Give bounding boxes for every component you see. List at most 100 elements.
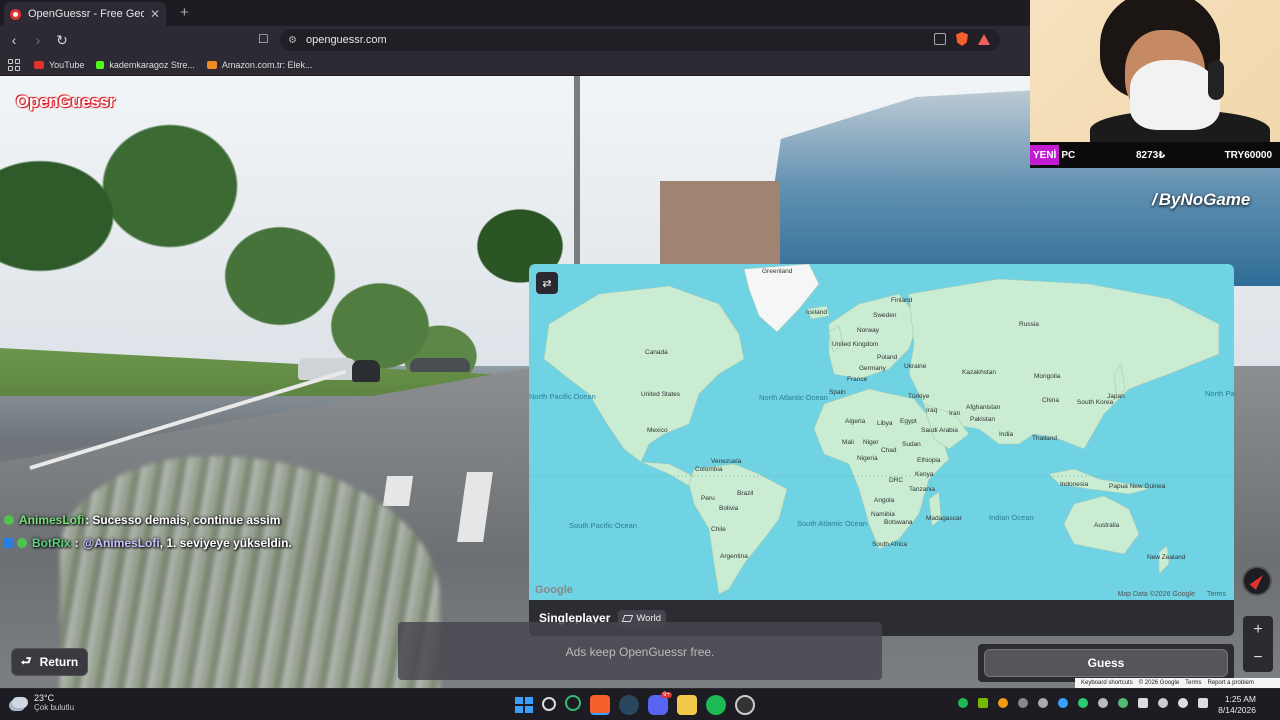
map-label: Argentina [720,553,748,560]
address-bar[interactable]: ☐ ⚙ openguessr.com [258,29,1000,51]
weather-condition: Çok bulutlu [34,703,75,712]
zoom-out-icon[interactable]: − [1243,644,1273,672]
reload-icon[interactable]: ↻ [52,32,72,49]
bluetooth-tray-icon[interactable] [1058,698,1068,708]
map-label: Namibia [871,511,895,518]
sponsor-brand: / ByNoGame [1152,190,1250,210]
spotify-icon[interactable] [706,695,726,715]
cloud-tray-icon[interactable] [998,698,1008,708]
guess-button[interactable]: Guess [984,649,1228,677]
spotify-tray-icon[interactable] [958,698,968,708]
bookmark-amazon[interactable]: Amazon.com.tr: Elek... [206,59,313,70]
back-icon[interactable]: ‹ [4,32,24,48]
car [410,358,470,372]
brave-icon[interactable] [590,695,610,715]
clock[interactable]: 1:25 AM 8/14/2026 [1218,694,1256,716]
brave-rewards-icon[interactable] [978,33,990,45]
map-label: Iran [949,410,961,417]
translate-icon[interactable] [934,33,946,45]
volume-tray-icon[interactable] [1178,698,1188,708]
bookmark-youtube[interactable]: YouTube [34,60,84,70]
ocean-label: North Pacific Ocean [529,392,596,401]
map-label: Germany [859,365,886,372]
map-label: Norway [857,327,880,334]
status-tray-icon[interactable] [1078,698,1088,708]
microphone-tray-icon[interactable] [1158,698,1168,708]
forward-icon[interactable]: › [28,32,48,48]
map-terms-link[interactable]: Terms [1207,591,1226,598]
map-label: France [847,376,868,383]
map-label: Australia [1094,522,1120,529]
map-label: China [1042,397,1059,404]
world-map[interactable]: Greenland Iceland Finland Sweden Norway … [529,264,1234,600]
windows-icon[interactable] [513,695,533,715]
obs-icon[interactable] [735,695,755,715]
kick-icon [96,60,105,69]
bot-badge-icon [4,537,14,548]
openguessr-logo[interactable]: OpenGuessr [16,92,115,112]
nvidia-tray-icon[interactable] [978,698,988,708]
steam-tray-icon[interactable] [1018,698,1028,708]
zoom-in-icon[interactable]: + [1243,616,1273,644]
map-label: Brazil [737,490,754,497]
browser-tab[interactable]: OpenGuessr - Free GeoGuess ✕ [4,2,166,26]
bookmark-kick[interactable]: kademkaragoz Stre... [96,60,195,70]
network-tray-icon[interactable] [1138,698,1148,708]
apps-grid-icon[interactable] [8,58,20,71]
map-label: Iceland [806,309,827,316]
donation-label-a: YENİ [1033,149,1057,161]
discord-icon[interactable]: 9+ [648,692,672,715]
bookmark-label: YouTube [49,59,85,70]
keyboard-shortcuts-link[interactable]: Keyboard shortcuts [1081,680,1133,686]
settings-tray-icon[interactable] [1038,698,1048,708]
bookmark-label: Amazon.com.tr: Elek... [221,59,313,70]
new-tab-icon[interactable]: + [180,4,189,21]
terms-link[interactable]: Terms [1185,680,1201,686]
copilot-icon[interactable] [565,695,581,711]
map-label: Finland [891,297,913,304]
taskbar-apps: 9+ [513,692,755,715]
compass-icon[interactable] [1242,566,1272,596]
map-label: Botswana [884,519,913,526]
car [352,360,380,382]
search-icon[interactable] [542,697,556,711]
map-label: Mongolia [1034,373,1061,380]
taskbar: 23°C Çok bulutlu 9+ 1:25 AM 8/14/2026 [0,688,1280,720]
brand-text: ByNoGame [1158,190,1251,209]
map-label: Kenya [915,471,934,478]
close-tab-icon[interactable]: ✕ [150,7,160,21]
map-label: Egypt [900,418,917,425]
chat-message: AnimesLofi : Sucesso demais, continue as… [4,508,292,531]
folder-icon[interactable] [677,695,697,715]
map-label: Greenland [762,268,793,275]
steam-tray-icon[interactable] [1118,698,1128,708]
chat-mention: @AnimesLofi [82,535,160,550]
gamepad-tray-icon[interactable] [1098,698,1108,708]
bookmark-icon[interactable]: ☐ [258,32,269,46]
brave-shield-icon[interactable] [956,32,968,46]
map-label: Sweden [873,312,897,319]
map-toggle-icon[interactable]: ⇄ [536,272,558,294]
donation-label-b: PC [1061,149,1076,161]
weather-widget[interactable]: 23°C Çok bulutlu [12,693,74,712]
map-label: Poland [877,354,898,361]
map-label: Indonesia [1060,481,1089,488]
browser-toolbar: ‹ › ↻ ☐ ⚙ openguessr.com [0,26,1030,54]
map-label: Chad [881,447,897,454]
steam-icon[interactable] [619,695,639,715]
time: 1:25 AM [1224,694,1256,704]
map-label: Mali [842,439,854,446]
openguessr-favicon-icon [10,8,21,20]
url-text[interactable]: openguessr.com [306,34,387,46]
map-label: Kazakhstan [962,369,996,376]
donation-label: YENİ [1030,145,1060,165]
street-lamp [574,76,580,276]
return-button[interactable]: ⮐ Return [11,648,88,676]
chat-separator: : [74,535,79,550]
report-problem-link[interactable]: Report a problem [1208,680,1254,686]
map-label: Chile [711,526,726,533]
youtube-icon [34,60,44,69]
map-label: Canada [645,349,668,356]
lock-icon[interactable]: ⚙ [288,35,297,46]
power-tray-icon[interactable] [1198,698,1208,708]
